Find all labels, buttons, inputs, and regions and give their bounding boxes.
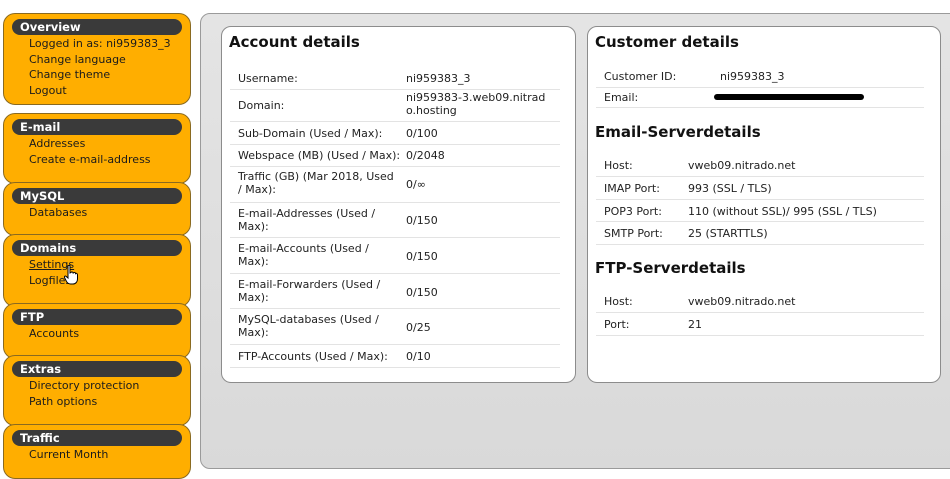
webspace-label: Webspace (MB) (Used / Max): [238,149,401,162]
table-row: SMTP Port: 25 (STARTTLS) [596,222,924,245]
ftp-port-label: Port: [604,318,630,331]
change-theme-link[interactable]: Change theme [29,67,190,83]
email-box: E-mail Addresses Create e-mail-address [3,113,191,184]
overview-box: Overview Logged in as: ni959383_3 Change… [3,13,191,105]
table-row: Traffic (GB) (Mar 2018, Used / Max): 0/∞ [230,167,560,203]
traffic-heading: Traffic [12,430,182,446]
customer-id-label: Customer ID: [604,70,677,83]
pop3-port-value: 110 (without SSL)/ 995 (SSL / TLS) [688,205,877,218]
imap-port-label: IMAP Port: [604,182,660,195]
ftp-host-value: vweb09.nitrado.net [688,295,796,308]
logout-link[interactable]: Logout [29,83,190,99]
email-serverdetails-title: Email-Serverdetails [595,123,761,141]
extras-heading: Extras [12,361,182,377]
hand-cursor-icon [64,265,78,285]
table-row: Webspace (MB) (Used / Max): 0/2048 [230,145,560,167]
domains-heading: Domains [12,240,182,256]
ftp-heading: FTP [12,309,182,325]
table-row: Email: [596,88,924,108]
ftp-host-label: Host: [604,295,633,308]
email-redacted-value [714,90,864,103]
email-label: Email: [604,91,639,104]
table-row: Host: vweb09.nitrado.net [596,290,924,313]
path-options-link[interactable]: Path options [29,394,190,410]
email-host-value: vweb09.nitrado.net [688,159,796,172]
table-row: Customer ID: ni959383_3 [596,65,924,88]
mysql-box: MySQL Databases [3,182,191,236]
directory-protection-link[interactable]: Directory protection [29,378,190,394]
email-accounts-label: E-mail-Accounts (Used / Max): [238,242,369,268]
mysql-databases-label: MySQL-databases (Used / Max): [238,313,379,339]
subdomain-label: Sub-Domain (Used / Max): [238,127,383,140]
create-email-address-link[interactable]: Create e-mail-address [29,152,190,168]
table-row: Port: 21 [596,313,924,336]
username-value: ni959383_3 [406,72,471,85]
domains-box: Domains Settings Logfiles [3,234,191,307]
email-addresses-value: 0/150 [406,214,438,227]
table-row: Host: vweb09.nitrado.net [596,154,924,177]
smtp-port-label: SMTP Port: [604,227,663,240]
domain-value: ni959383-3.web09.nitrado.hosting [406,91,546,117]
table-row: IMAP Port: 993 (SSL / TLS) [596,177,924,200]
table-row: E-mail-Forwarders (Used / Max): 0/150 [230,274,560,309]
change-language-link[interactable]: Change language [29,52,190,68]
settings-link[interactable]: Settings [29,257,190,273]
traffic-box: Traffic Current Month [3,424,191,479]
ftp-box: FTP Accounts [3,303,191,359]
current-month-link[interactable]: Current Month [29,447,190,463]
table-row: MySQL-databases (Used / Max): 0/25 [230,309,560,345]
domain-label: Domain: [238,99,285,112]
mysql-databases-value: 0/25 [406,321,431,334]
email-addresses-label: E-mail-Addresses (Used / Max): [238,207,376,233]
logged-in-as-label: Logged in as: ni959383_3 [29,37,171,50]
email-accounts-value: 0/150 [406,250,438,263]
mysql-heading: MySQL [12,188,182,204]
addresses-link[interactable]: Addresses [29,136,190,152]
ftp-port-value: 21 [688,318,702,331]
account-details-panel: Account details Username: ni959383_3 Dom… [221,26,576,383]
traffic-value: 0/∞ [406,178,426,191]
table-row: Domain: ni959383-3.web09.nitrado.hosting [230,90,560,122]
email-host-label: Host: [604,159,633,172]
account-details-title: Account details [229,33,360,51]
smtp-port-value: 25 (STARTTLS) [688,227,768,240]
table-row: POP3 Port: 110 (without SSL)/ 995 (SSL /… [596,200,924,222]
email-heading: E-mail [12,119,182,135]
webspace-value: 0/2048 [406,149,445,162]
table-row: Username: ni959383_3 [230,67,560,90]
ftp-accounts-value: 0/10 [406,350,431,363]
ftp-serverdetails-title: FTP-Serverdetails [595,259,746,277]
email-forwarders-value: 0/150 [406,286,438,299]
logfiles-link[interactable]: Logfiles [29,273,190,289]
databases-link[interactable]: Databases [29,205,190,221]
ftp-accounts-label: FTP-Accounts (Used / Max): [238,350,388,363]
table-row: Sub-Domain (Used / Max): 0/100 [230,122,560,145]
overview-heading: Overview [12,19,182,35]
username-label: Username: [238,72,298,85]
subdomain-value: 0/100 [406,127,438,140]
traffic-label: Traffic (GB) (Mar 2018, Used / Max): [238,170,394,196]
imap-port-value: 993 (SSL / TLS) [688,182,772,195]
customer-id-value: ni959383_3 [720,70,785,83]
accounts-link[interactable]: Accounts [29,326,190,342]
main-content: Account details Username: ni959383_3 Dom… [200,13,950,469]
extras-box: Extras Directory protection Path options [3,355,191,426]
customer-details-panel: Customer details Customer ID: ni959383_3… [587,26,941,383]
table-row: FTP-Accounts (Used / Max): 0/10 [230,345,560,368]
customer-details-title: Customer details [595,33,739,51]
table-row: E-mail-Accounts (Used / Max): 0/150 [230,238,560,274]
email-forwarders-label: E-mail-Forwarders (Used / Max): [238,278,381,304]
pop3-port-label: POP3 Port: [604,205,662,218]
table-row: E-mail-Addresses (Used / Max): 0/150 [230,203,560,238]
